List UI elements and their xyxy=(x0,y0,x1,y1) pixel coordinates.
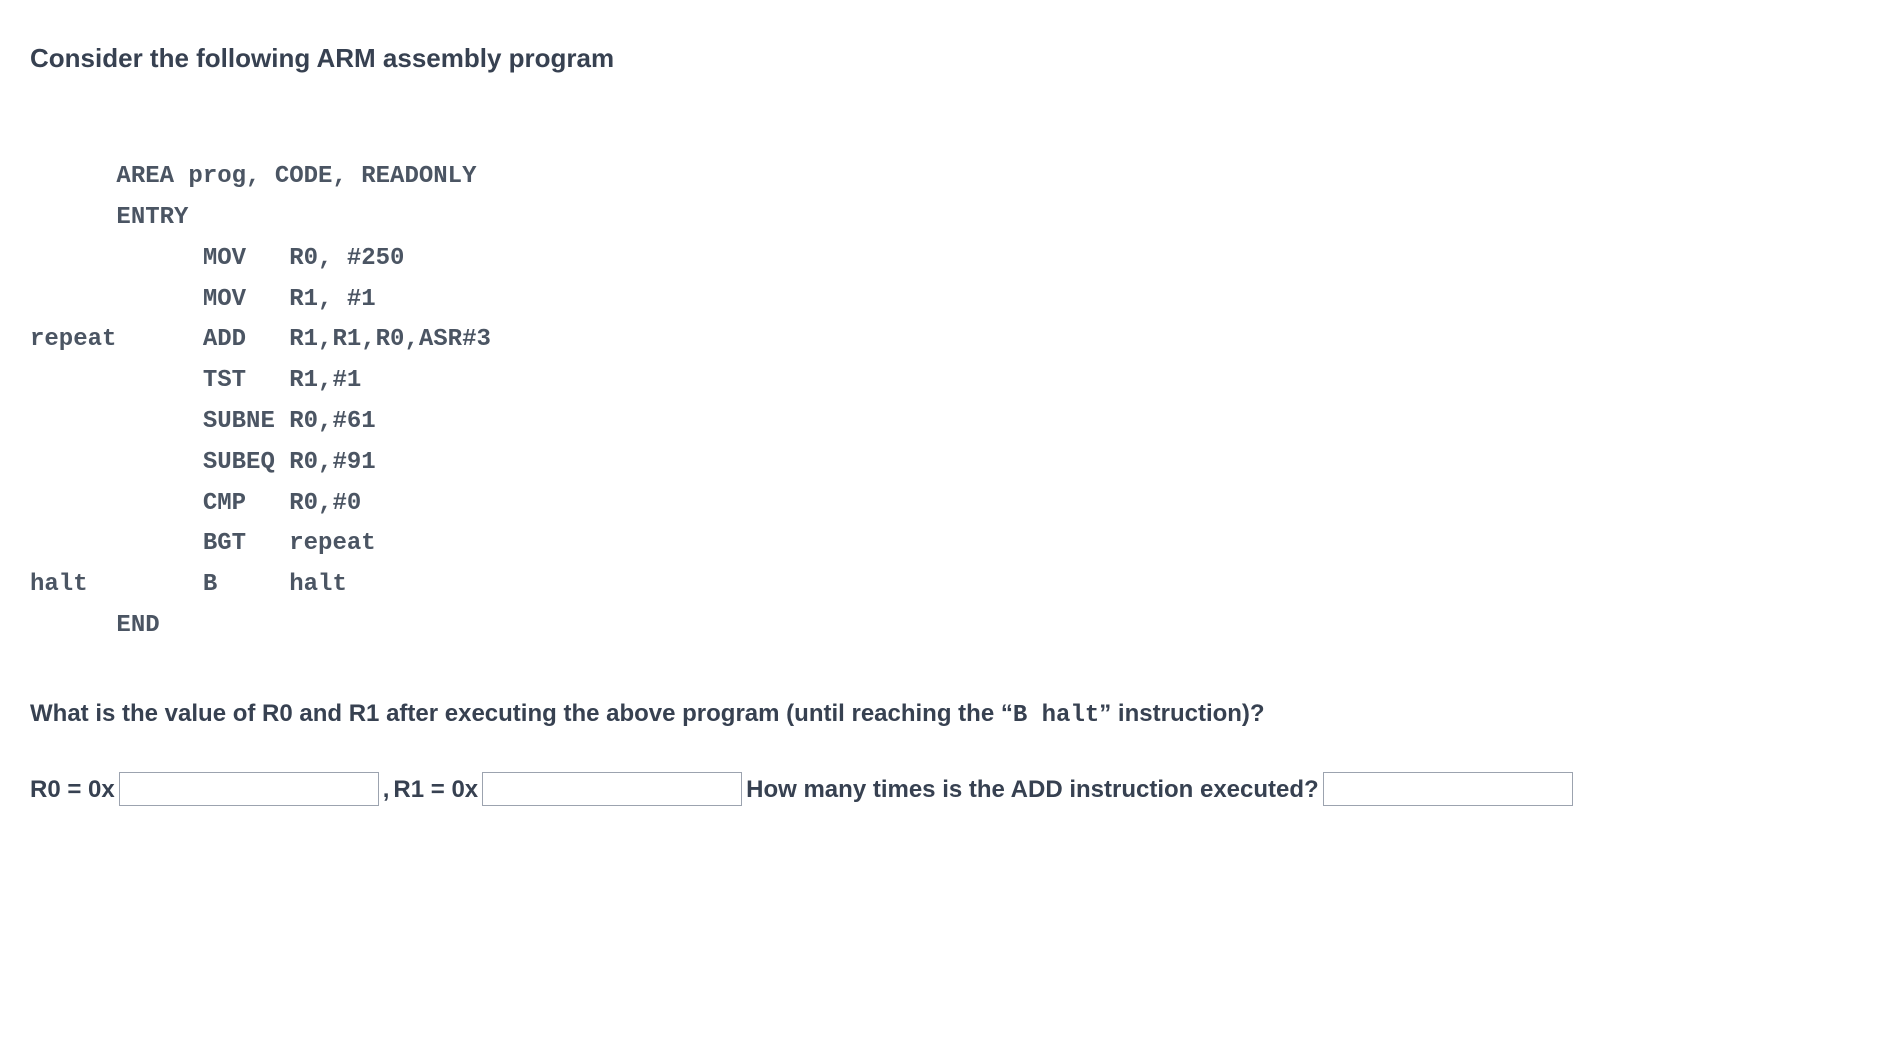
question-text: What is the value of R0 and R1 after exe… xyxy=(30,697,1864,733)
r0-label: R0 = 0x xyxy=(30,773,115,807)
code-line: ENTRY xyxy=(30,204,188,231)
question-post: ” instruction)? xyxy=(1099,700,1264,727)
code-line: END xyxy=(30,612,160,639)
r0-input[interactable] xyxy=(119,772,379,806)
prompt-heading: Consider the following ARM assembly prog… xyxy=(30,40,1864,76)
code-line: MOV R0, #250 xyxy=(30,245,404,272)
code-line: BGT repeat xyxy=(30,530,376,557)
code-line: repeat ADD R1,R1,R0,ASR#3 xyxy=(30,326,491,353)
code-line: CMP R0,#0 xyxy=(30,490,361,517)
question-pre: What is the value of R0 and R1 after exe… xyxy=(30,700,1013,727)
code-line: TST R1,#1 xyxy=(30,367,361,394)
add-count-input[interactable] xyxy=(1323,772,1573,806)
code-line: AREA prog, CODE, READONLY xyxy=(30,163,476,190)
code-line: MOV R1, #1 xyxy=(30,286,376,313)
question-mono: B halt xyxy=(1013,702,1099,729)
code-line: halt B halt xyxy=(30,571,347,598)
r1-label: R1 = 0x xyxy=(393,773,478,807)
assembly-code-block: AREA prog, CODE, READONLY ENTRY MOV R0, … xyxy=(30,116,1864,646)
code-line: SUBEQ R0,#91 xyxy=(30,449,376,476)
r1-input[interactable] xyxy=(482,772,742,806)
comma-sep: , xyxy=(383,773,390,807)
answer-row: R0 = 0x , R1 = 0x How many times is the … xyxy=(30,772,1864,806)
add-count-label: How many times is the ADD instruction ex… xyxy=(746,773,1319,807)
code-line: SUBNE R0,#61 xyxy=(30,408,376,435)
